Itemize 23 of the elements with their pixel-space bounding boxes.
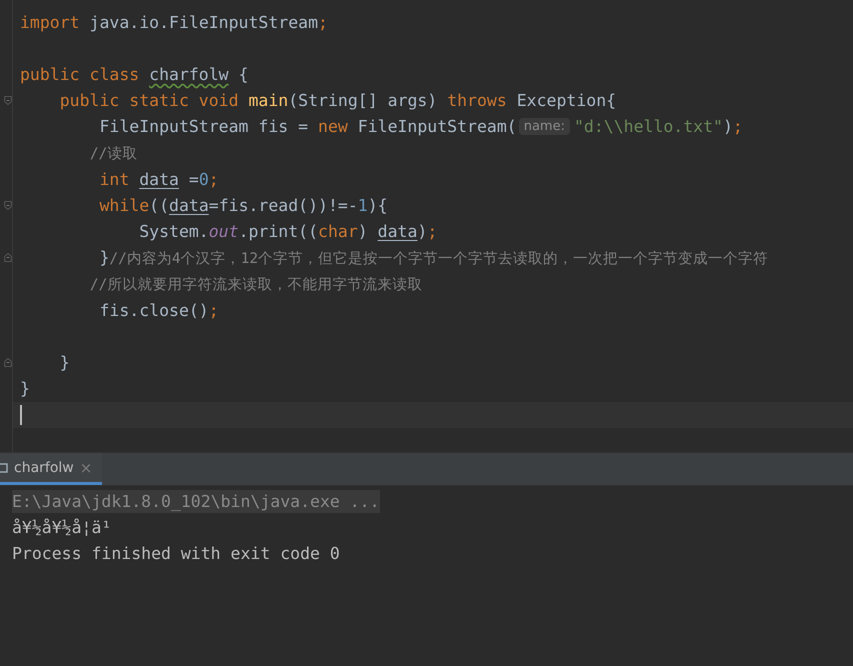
code-text: int data =0; xyxy=(98,170,219,189)
parameter-hint: name: xyxy=(518,118,570,136)
fold-icon[interactable] xyxy=(4,251,12,264)
console-output: å¥½å¥½å¦ä¹ xyxy=(12,518,112,536)
code-text: } xyxy=(58,353,70,372)
code-text: //所以就要用字符流来读取，不能用字节流来读取 xyxy=(88,276,422,294)
code-text: System.out.print((char) data); xyxy=(138,222,438,242)
code-text: //读取 xyxy=(88,145,138,164)
code-text: while((data=fis.read())!=-1){ xyxy=(98,196,388,215)
code-text: FileInputStream fis = new FileInputStream( xyxy=(98,117,517,136)
code-text: "d:\\hello.txt"); xyxy=(574,117,743,136)
code-text: public class charfolw { xyxy=(20,64,248,84)
fold-icon[interactable] xyxy=(4,198,12,212)
code-text: }//内容为4个汉字，12个字节，但它是按一个字节一个字节去读取的，一次把一个字节变成一个字符 xyxy=(98,248,768,268)
code-text: public static void main(String[] args) throws Exception{ xyxy=(58,91,616,110)
console-icon xyxy=(0,462,8,472)
code-text: import java.io.FileInputStream; xyxy=(20,12,328,32)
run-tab[interactable]: charfolw × xyxy=(0,453,102,485)
fold-icon[interactable] xyxy=(4,94,12,108)
fold-icon[interactable] xyxy=(4,356,12,370)
code-text: fis.close(); xyxy=(98,300,219,320)
code-text: } xyxy=(20,379,30,398)
console-output: Process finished with exit code 0 xyxy=(12,544,340,562)
